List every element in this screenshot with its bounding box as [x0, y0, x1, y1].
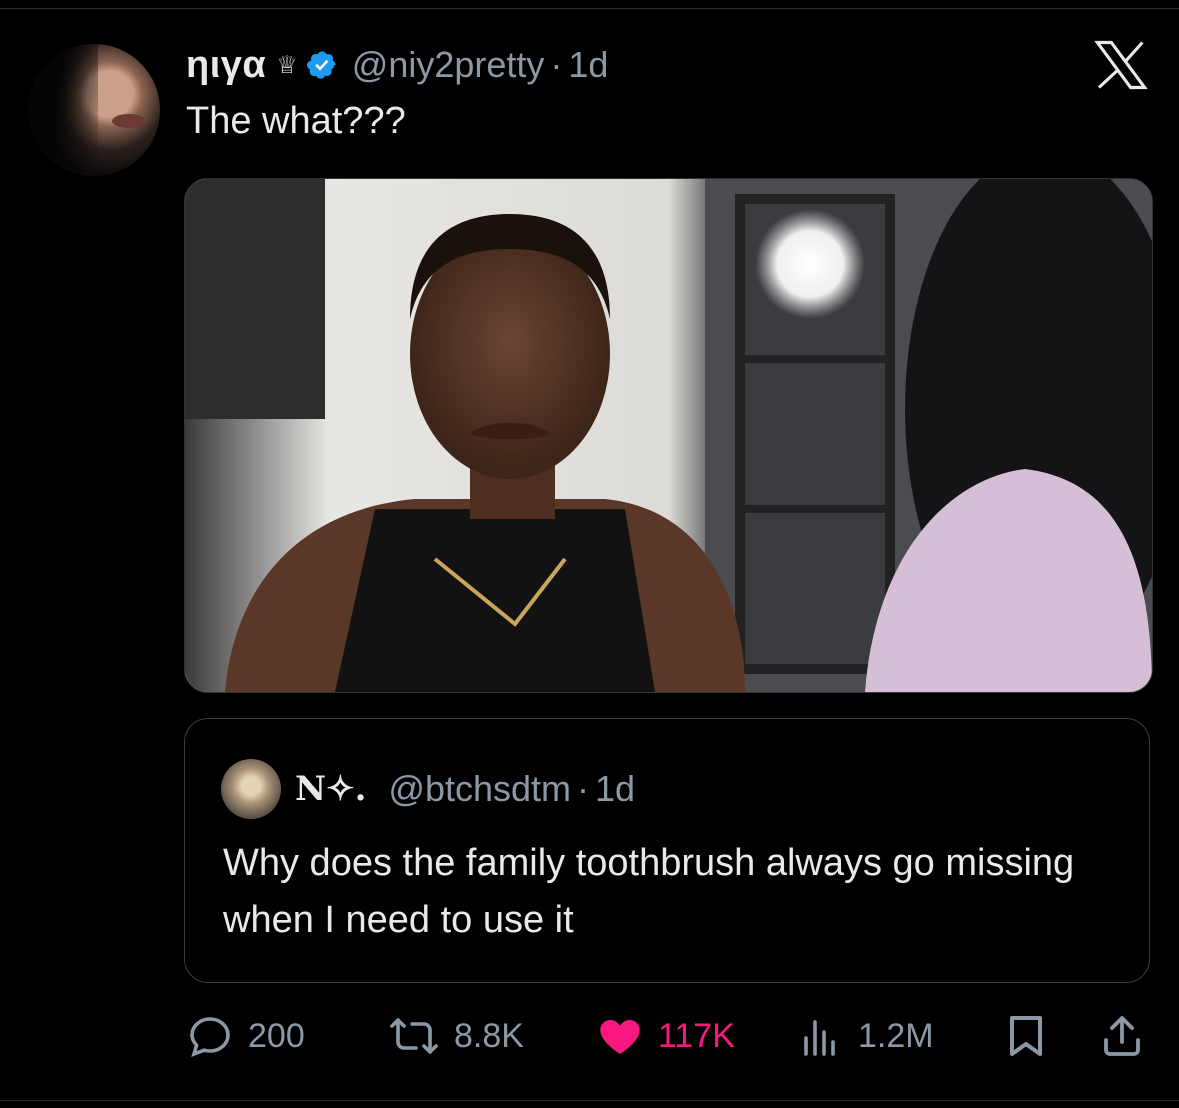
tweet-media[interactable]: [184, 178, 1153, 693]
author-display-name[interactable]: ηιγα: [186, 44, 266, 87]
share-button[interactable]: [1098, 1008, 1146, 1064]
quoted-author-avatar[interactable]: [221, 759, 281, 819]
repost-button[interactable]: 8.8K: [388, 1008, 524, 1064]
separator-dot: ·: [550, 44, 563, 85]
bookmark-button[interactable]: [1004, 1008, 1048, 1064]
repost-icon: [390, 1018, 438, 1054]
analytics-icon: [804, 1020, 835, 1056]
quoted-tweet-text: Why does the family toothbrush always go…: [223, 842, 1075, 941]
action-bar: 200 8.8K 117K 1.2M: [0, 1008, 1179, 1064]
repost-count: 8.8K: [454, 1016, 524, 1055]
quoted-author-handle[interactable]: @btchsdtm: [388, 768, 571, 810]
views-button[interactable]: 1.2M: [796, 1008, 934, 1064]
author-avatar[interactable]: [28, 44, 160, 176]
heart-icon: [600, 1020, 640, 1054]
quoted-author-display-name[interactable]: N✧.: [295, 769, 366, 809]
like-button[interactable]: 117K: [596, 1008, 735, 1064]
quoted-timestamp[interactable]: 1d: [595, 768, 635, 810]
reply-icon: [190, 1017, 230, 1057]
tweet-header: ηιγα ♕ @niy2pretty · 1d: [186, 40, 608, 90]
crown-icon: ♕: [276, 51, 298, 79]
quoted-separator-dot: ·: [577, 768, 590, 809]
reply-count: 200: [248, 1016, 305, 1055]
reply-button[interactable]: 200: [186, 1008, 305, 1064]
tweet-timestamp[interactable]: 1d: [568, 44, 608, 86]
reaction-photo-icon: [185, 179, 1152, 692]
tweet-text: The what???: [186, 100, 406, 142]
top-divider: [0, 8, 1179, 9]
bookmark-icon: [1010, 1016, 1042, 1056]
quoted-tweet-header: N✧. @btchsdtm · 1d: [295, 765, 635, 813]
quoted-tweet-card[interactable]: N✧. @btchsdtm · 1d Why does the family t…: [184, 718, 1150, 983]
avatar-lips: [112, 114, 146, 128]
x-logo-icon: [1094, 40, 1148, 90]
avatar-hair: [28, 44, 98, 176]
author-handle[interactable]: @niy2pretty: [352, 44, 545, 86]
like-count: 117K: [658, 1016, 735, 1055]
verified-badge-icon[interactable]: [306, 49, 338, 81]
share-icon: [1104, 1016, 1140, 1056]
bottom-divider: [0, 1100, 1179, 1101]
view-count: 1.2M: [858, 1016, 934, 1055]
